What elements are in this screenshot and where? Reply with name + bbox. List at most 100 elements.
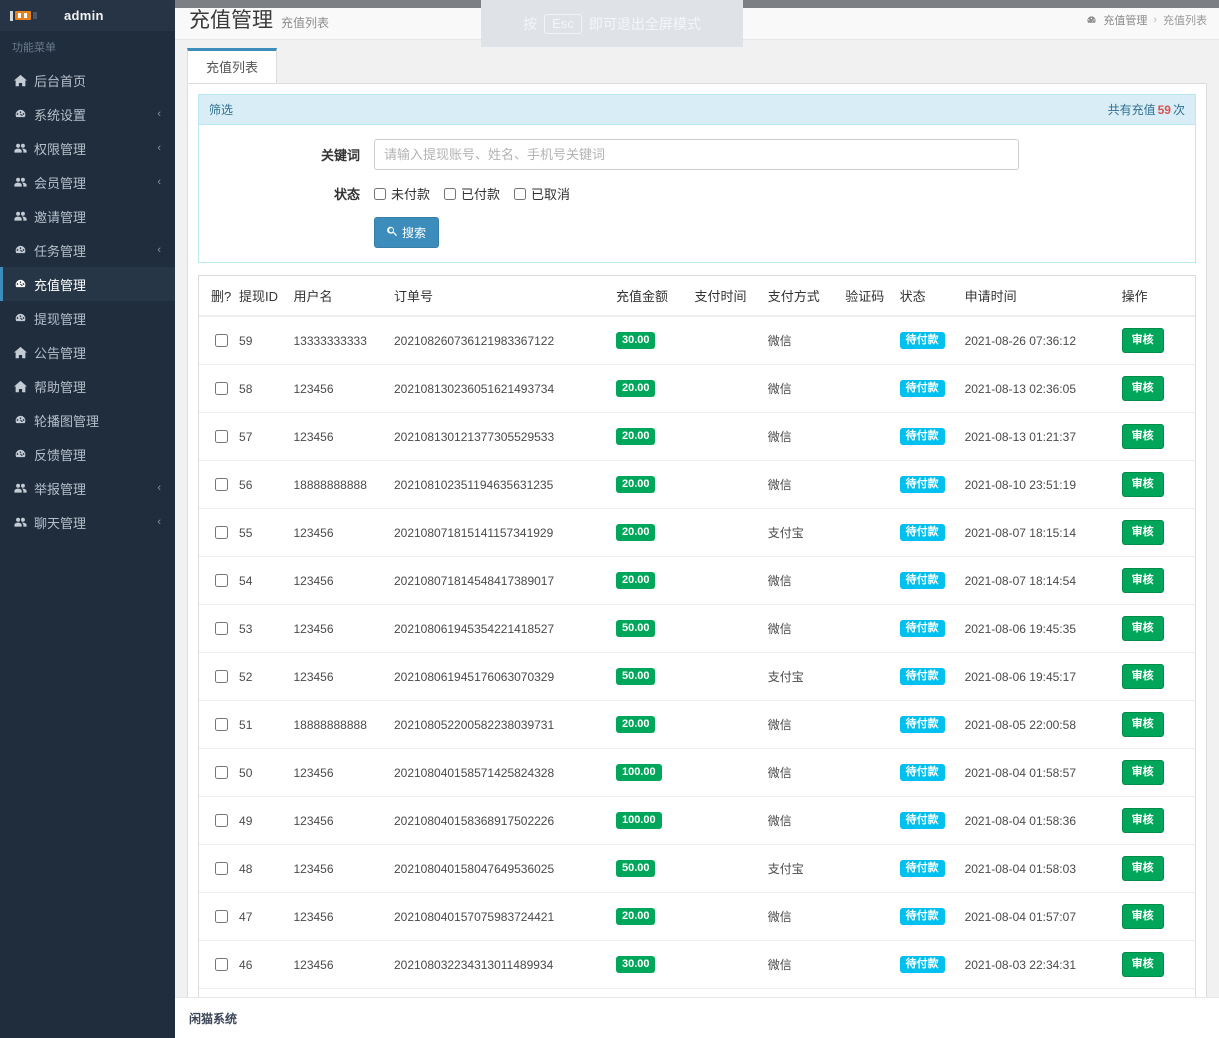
sidebar-item-label: 充值管理 [34,277,87,293]
row-select-checkbox[interactable] [215,430,228,443]
table-row: 59 13333333333 202108260736121983367122 30.… [199,316,1195,365]
dashboard-icon [1086,15,1097,26]
sidebar-item-9[interactable]: 帮助管理 [0,369,175,403]
sidebar-item-label: 举报管理 [34,481,87,497]
cell-apply-time: 2021-08-10 23:51:19 [964,460,1122,509]
status-checkbox-2[interactable]: 已取消 [514,184,570,203]
status-checkbox-input-2[interactable] [514,187,527,200]
cell-amount: 50.00 [615,844,695,893]
cell-pay-time [694,652,768,701]
sidebar-item-7[interactable]: 提现管理 [0,301,175,335]
esc-key: Esc [544,13,582,34]
audit-button[interactable]: 审核 [1121,616,1164,641]
breadcrumb-root[interactable]: 充值管理 [1103,12,1147,28]
audit-button[interactable]: 审核 [1121,376,1164,401]
total-count-label: 共有充值 59 次 [1108,101,1185,118]
search-button[interactable]: 搜索 [374,217,440,248]
sidebar-item-13[interactable]: 聊天管理 ‹ [0,505,175,539]
search-input[interactable] [374,139,1019,170]
row-select-checkbox[interactable] [215,670,228,683]
sidebar-item-2[interactable]: 权限管理 ‹ [0,131,175,165]
status-checkbox-input-0[interactable] [374,187,386,200]
cell-amount: 100.00 [615,748,695,797]
sidebar-item-3[interactable]: 会员管理 ‹ [0,165,175,199]
column-header-5: 支付时间 [694,276,768,317]
sidebar-logo-bar[interactable]: admin [0,0,175,31]
chevron-left-icon: ‹ [157,244,161,256]
audit-button[interactable]: 审核 [1121,856,1164,881]
status-checkbox-0[interactable]: 未付款 [374,184,430,203]
cell-withdraw-id: 53 [239,604,294,653]
cell-withdraw-id: 49 [239,796,294,845]
row-select-checkbox[interactable] [215,862,228,875]
cell-pay-method: 微信 [767,940,846,989]
sidebar: admin 功能菜单 后台首页 系统设置 ‹ 权限管理 ‹ 会员管理 ‹ 邀请管理 任务管理 ‹ 充… [0,0,175,1038]
audit-button[interactable]: 审核 [1121,712,1164,737]
row-select-checkbox[interactable] [215,622,228,635]
audit-button[interactable]: 审核 [1121,808,1164,833]
sidebar-item-4[interactable]: 邀请管理 [0,199,175,233]
status-checkbox-input-1[interactable] [444,187,457,200]
row-select-checkbox[interactable] [215,334,228,347]
cell-username: 13333333333 [293,333,367,348]
audit-button[interactable]: 审核 [1121,328,1164,353]
cell-amount: 20.00 [615,460,695,509]
home-icon [12,74,28,87]
cell-status: 待付款 [899,940,965,989]
sidebar-item-5[interactable]: 任务管理 ‹ [0,233,175,267]
sidebar-item-12[interactable]: 举报管理 ‹ [0,471,175,505]
audit-button[interactable]: 审核 [1121,424,1164,449]
row-select-checkbox[interactable] [215,958,228,971]
status-badge: 待付款 [899,764,945,781]
sidebar-item-11[interactable]: 反馈管理 [0,437,175,471]
cell-order-no: 202108040158047649536025 [393,844,616,893]
cell-actions: 审核 [1121,316,1195,365]
audit-button[interactable]: 审核 [1121,760,1164,785]
cell-amount: 30.00 [615,940,695,989]
cell-apply-time: 2021-08-13 02:36:05 [964,364,1122,413]
cell-amount: 20.00 [615,892,695,941]
cell-verify-code [845,364,900,413]
status-checkbox-label: 未付款 [391,187,431,202]
table-row: 52 123456 202108061945176063070329 50.00 支付宝… [199,652,1195,701]
cell-verify-code [845,940,900,989]
audit-button[interactable]: 审核 [1121,568,1164,593]
row-select-checkbox[interactable] [215,478,228,491]
search-icon [387,226,398,240]
audit-button[interactable]: 审核 [1121,472,1164,497]
audit-button[interactable]: 审核 [1121,664,1164,689]
audit-button[interactable]: 审核 [1121,952,1164,977]
row-select-checkbox[interactable] [215,526,228,539]
audit-button[interactable]: 审核 [1121,904,1164,929]
cell-pay-time [694,412,768,461]
cell-status: 待付款 [899,700,965,749]
row-select-checkbox[interactable] [215,910,228,923]
sidebar-item-10[interactable]: 轮播图管理 [0,403,175,437]
sidebar-item-8[interactable]: 公告管理 [0,335,175,369]
cell-username: 123456 [293,412,394,461]
row-select-cell [199,652,240,701]
row-select-checkbox[interactable] [215,766,228,779]
cell-amount: 20.00 [615,364,695,413]
cell-pay-method: 微信 [767,334,792,348]
amount-badge: 20.00 [615,572,656,589]
audit-button[interactable]: 审核 [1121,520,1164,545]
table-row: 58 123456 202108130236051621493734 20.00 微信 待… [199,364,1195,413]
row-select-checkbox[interactable] [215,718,228,731]
row-select-checkbox[interactable] [215,814,228,827]
status-checkbox-1[interactable]: 已付款 [444,184,500,203]
tab-recharge-list[interactable]: 充值列表 [187,48,278,83]
filter-header: 筛选 共有充值 59 次 [199,95,1195,125]
table-row: 49 123456 202108040158368917502226 100.00 微信… [199,796,1195,845]
status-row: 状态 未付款 已付款 已取消 [199,184,1185,203]
sidebar-item-1[interactable]: 系统设置 ‹ [0,97,175,131]
chevron-left-icon: ‹ [157,142,161,154]
row-select-checkbox[interactable] [215,382,228,395]
row-select-checkbox[interactable] [215,574,228,587]
table-row: 47 123456 202108040157075983724421 20.00 微信 待… [199,892,1195,941]
chevron-left-icon: ‹ [157,516,161,528]
sidebar-item-6[interactable]: 充值管理 [0,267,175,301]
sidebar-item-0[interactable]: 后台首页 [0,63,175,97]
sidebar-item-label: 轮播图管理 [34,413,100,429]
cell-username: 123456 [293,844,394,893]
